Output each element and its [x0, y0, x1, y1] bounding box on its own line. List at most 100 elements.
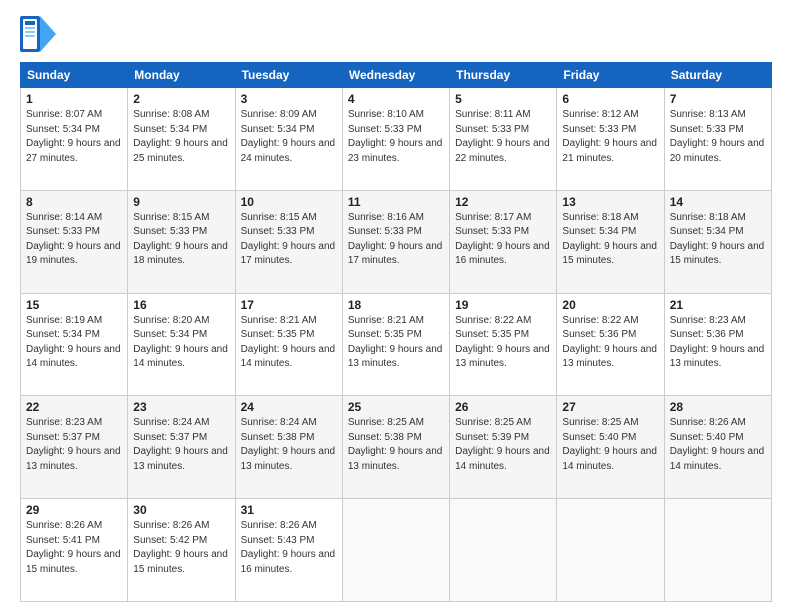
calendar-day-header: Monday [128, 63, 235, 88]
day-info: Sunrise: 8:20 AMSunset: 5:34 PMDaylight:… [133, 314, 229, 372]
calendar-cell: 6Sunrise: 8:12 AMSunset: 5:33 PMDaylight… [557, 88, 664, 191]
calendar-cell: 13 Sunrise: 8:18 AMSunset: 5:34 PMDayligh… [557, 190, 664, 293]
calendar-cell [450, 499, 557, 602]
day-number: 5 [455, 92, 551, 106]
calendar-cell: 17Sunrise: 8:21 AMSunset: 5:35 PMDayligh… [235, 293, 342, 396]
calendar-cell: 8 Sunrise: 8:14 AMSunset: 5:33 PMDaylight… [21, 190, 128, 293]
day-number: 10 [241, 195, 337, 209]
day-number: 4 [348, 92, 444, 106]
calendar-cell: 20Sunrise: 8:22 AMSunset: 5:36 PMDayligh… [557, 293, 664, 396]
day-info: Sunrise: 8:26 AMSunset: 5:43 PMDaylight:… [241, 519, 337, 577]
day-info: Sunrise: 8:23 AMSunset: 5:36 PMDaylight:… [670, 314, 766, 372]
calendar-cell: 3 Sunrise: 8:09 AMSunset: 5:34 PMDaylight… [235, 88, 342, 191]
calendar-cell: 7 Sunrise: 8:13 AMSunset: 5:33 PMDaylight… [664, 88, 771, 191]
header [20, 16, 772, 52]
day-number: 3 [241, 92, 337, 106]
day-info: Sunrise: 8:17 AMSunset: 5:33 PMDaylight:… [455, 211, 551, 269]
day-number: 23 [133, 400, 229, 414]
day-info: Sunrise: 8:15 AMSunset: 5:33 PMDaylight:… [241, 211, 337, 269]
calendar-cell: 5 Sunrise: 8:11 AMSunset: 5:33 PMDaylight… [450, 88, 557, 191]
day-info: Sunrise: 8:24 AMSunset: 5:37 PMDaylight:… [133, 416, 229, 474]
logo-icon [20, 16, 56, 52]
calendar-cell [342, 499, 449, 602]
calendar-cell [664, 499, 771, 602]
calendar-cell: 28 Sunrise: 8:26 AMSunset: 5:40 PMDayligh… [664, 396, 771, 499]
day-number: 24 [241, 400, 337, 414]
calendar-cell [557, 499, 664, 602]
calendar-cell: 26 Sunrise: 8:25 AMSunset: 5:39 PMDayligh… [450, 396, 557, 499]
day-number: 19 [455, 298, 551, 312]
calendar-cell: 9 Sunrise: 8:15 AMSunset: 5:33 PMDaylight… [128, 190, 235, 293]
day-number: 9 [133, 195, 229, 209]
day-number: 12 [455, 195, 551, 209]
calendar-cell: 15 Sunrise: 8:19 AMSunset: 5:34 PMDayligh… [21, 293, 128, 396]
day-info: Sunrise: 8:09 AMSunset: 5:34 PMDaylight:… [241, 108, 337, 166]
day-info: Sunrise: 8:18 AMSunset: 5:34 PMDaylight:… [670, 211, 766, 269]
day-number: 22 [26, 400, 122, 414]
day-info: Sunrise: 8:18 AMSunset: 5:34 PMDaylight:… [562, 211, 658, 269]
calendar-cell: 25 Sunrise: 8:25 AMSunset: 5:38 PMDayligh… [342, 396, 449, 499]
day-number: 15 [26, 298, 122, 312]
calendar-cell: 23 Sunrise: 8:24 AMSunset: 5:37 PMDayligh… [128, 396, 235, 499]
calendar-day-header: Friday [557, 63, 664, 88]
day-number: 26 [455, 400, 551, 414]
calendar-cell: 16 Sunrise: 8:20 AMSunset: 5:34 PMDayligh… [128, 293, 235, 396]
calendar-cell: 30Sunrise: 8:26 AMSunset: 5:42 PMDayligh… [128, 499, 235, 602]
day-info: Sunrise: 8:16 AMSunset: 5:33 PMDaylight:… [348, 211, 444, 269]
day-info: Sunrise: 8:15 AMSunset: 5:33 PMDaylight:… [133, 211, 229, 269]
calendar-day-header: Thursday [450, 63, 557, 88]
day-info: Sunrise: 8:13 AMSunset: 5:33 PMDaylight:… [670, 108, 766, 166]
calendar-cell: 1 Sunrise: 8:07 AMSunset: 5:34 PMDaylight… [21, 88, 128, 191]
day-number: 7 [670, 92, 766, 106]
day-number: 13 [562, 195, 658, 209]
day-number: 14 [670, 195, 766, 209]
day-info: Sunrise: 8:21 AMSunset: 5:35 PMDaylight:… [241, 314, 337, 372]
calendar-cell: 11 Sunrise: 8:16 AMSunset: 5:33 PMDayligh… [342, 190, 449, 293]
calendar-cell: 12 Sunrise: 8:17 AMSunset: 5:33 PMDayligh… [450, 190, 557, 293]
calendar-day-header: Sunday [21, 63, 128, 88]
calendar-cell: 4 Sunrise: 8:10 AMSunset: 5:33 PMDaylight… [342, 88, 449, 191]
day-info: Sunrise: 8:08 AMSunset: 5:34 PMDaylight:… [133, 108, 229, 166]
day-number: 16 [133, 298, 229, 312]
day-info: Sunrise: 8:25 AMSunset: 5:40 PMDaylight:… [562, 416, 658, 474]
day-info: Sunrise: 8:21 AMSunset: 5:35 PMDaylight:… [348, 314, 444, 372]
calendar-header-row: SundayMondayTuesdayWednesdayThursdayFrid… [21, 63, 772, 88]
calendar-cell: 29 Sunrise: 8:26 AMSunset: 5:41 PMDayligh… [21, 499, 128, 602]
day-number: 30 [133, 503, 229, 517]
calendar-cell: 31 Sunrise: 8:26 AMSunset: 5:43 PMDayligh… [235, 499, 342, 602]
calendar-cell: 22 Sunrise: 8:23 AMSunset: 5:37 PMDayligh… [21, 396, 128, 499]
day-info: Sunrise: 8:25 AMSunset: 5:38 PMDaylight:… [348, 416, 444, 474]
day-number: 1 [26, 92, 122, 106]
day-number: 27 [562, 400, 658, 414]
calendar-cell: 27 Sunrise: 8:25 AMSunset: 5:40 PMDayligh… [557, 396, 664, 499]
day-info: Sunrise: 8:10 AMSunset: 5:33 PMDaylight:… [348, 108, 444, 166]
day-number: 6 [562, 92, 658, 106]
day-info: Sunrise: 8:22 AMSunset: 5:36 PMDaylight:… [562, 314, 658, 372]
day-info: Sunrise: 8:24 AMSunset: 5:38 PMDaylight:… [241, 416, 337, 474]
calendar-cell: 21 Sunrise: 8:23 AMSunset: 5:36 PMDayligh… [664, 293, 771, 396]
day-number: 21 [670, 298, 766, 312]
calendar-week-row: 15 Sunrise: 8:19 AMSunset: 5:34 PMDayligh… [21, 293, 772, 396]
day-info: Sunrise: 8:14 AMSunset: 5:33 PMDaylight:… [26, 211, 122, 269]
day-info: Sunrise: 8:07 AMSunset: 5:34 PMDaylight:… [26, 108, 122, 166]
logo [20, 16, 60, 52]
day-number: 28 [670, 400, 766, 414]
calendar-cell: 18Sunrise: 8:21 AMSunset: 5:35 PMDayligh… [342, 293, 449, 396]
calendar-week-row: 29 Sunrise: 8:26 AMSunset: 5:41 PMDayligh… [21, 499, 772, 602]
day-number: 29 [26, 503, 122, 517]
calendar-week-row: 1 Sunrise: 8:07 AMSunset: 5:34 PMDaylight… [21, 88, 772, 191]
day-info: Sunrise: 8:26 AMSunset: 5:40 PMDaylight:… [670, 416, 766, 474]
day-info: Sunrise: 8:23 AMSunset: 5:37 PMDaylight:… [26, 416, 122, 474]
day-info: Sunrise: 8:25 AMSunset: 5:39 PMDaylight:… [455, 416, 551, 474]
calendar-cell: 2Sunrise: 8:08 AMSunset: 5:34 PMDaylight… [128, 88, 235, 191]
day-info: Sunrise: 8:19 AMSunset: 5:34 PMDaylight:… [26, 314, 122, 372]
calendar-day-header: Saturday [664, 63, 771, 88]
day-number: 31 [241, 503, 337, 517]
calendar-cell: 14 Sunrise: 8:18 AMSunset: 5:34 PMDayligh… [664, 190, 771, 293]
day-number: 25 [348, 400, 444, 414]
day-info: Sunrise: 8:11 AMSunset: 5:33 PMDaylight:… [455, 108, 551, 166]
calendar-day-header: Wednesday [342, 63, 449, 88]
day-number: 8 [26, 195, 122, 209]
day-info: Sunrise: 8:26 AMSunset: 5:41 PMDaylight:… [26, 519, 122, 577]
day-number: 11 [348, 195, 444, 209]
